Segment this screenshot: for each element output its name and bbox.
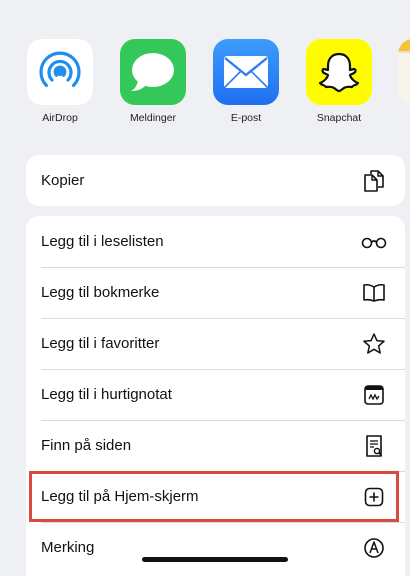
share-apps-row: AirDrop Meldinger E-post Snapchat [0,0,410,140]
home-indicator [142,557,288,562]
action-find-on-page[interactable]: Finn på siden [26,420,405,471]
action-markup[interactable]: Merking [26,522,405,573]
book-icon [361,280,387,306]
mail-icon [213,39,279,105]
app-meldinger[interactable]: Meldinger [114,39,192,124]
action-label: Legg til i hurtignotat [41,386,172,403]
app-e-post[interactable]: E-post [207,39,285,124]
action-group-main: Legg til i leselisten Legg til bokmerke … [26,216,405,576]
action-label: Legg til i favoritter [41,335,160,352]
add-square-icon [361,484,387,510]
action-label: Kopier [41,172,85,189]
snapchat-icon [306,39,372,105]
action-label: Finn på siden [41,437,132,454]
action-label: Merking [41,539,95,556]
action-label: Legg til på Hjem-skjerm [41,488,199,505]
app-airdrop[interactable]: AirDrop [21,39,99,124]
action-add-bookmark[interactable]: Legg til bokmerke [26,267,405,318]
markup-icon [361,535,387,561]
quick-note-icon [361,382,387,408]
app-partial-notes-icon[interactable] [398,39,410,105]
app-label: AirDrop [42,112,78,124]
glasses-icon [361,229,387,255]
action-label: Legg til bokmerke [41,284,160,301]
app-snapchat[interactable]: Snapchat [300,39,378,124]
action-add-quick-note[interactable]: Legg til i hurtignotat [26,369,405,420]
airdrop-icon [27,39,93,105]
action-add-reading-list[interactable]: Legg til i leselisten [26,216,405,267]
app-label: Meldinger [129,112,177,124]
action-copy[interactable]: Kopier [26,155,405,206]
app-label: Snapchat [316,112,362,124]
messages-icon [120,39,186,105]
action-add-favorites[interactable]: Legg til i favoritter [26,318,405,369]
star-icon [361,331,387,357]
copy-icon [361,168,387,194]
action-group-copy: Kopier [26,155,405,206]
action-label: Legg til i leselisten [41,233,164,250]
find-on-page-icon [361,433,387,459]
app-label: E-post [230,112,262,124]
action-add-home-screen[interactable]: Legg til på Hjem-skjerm [26,471,405,522]
